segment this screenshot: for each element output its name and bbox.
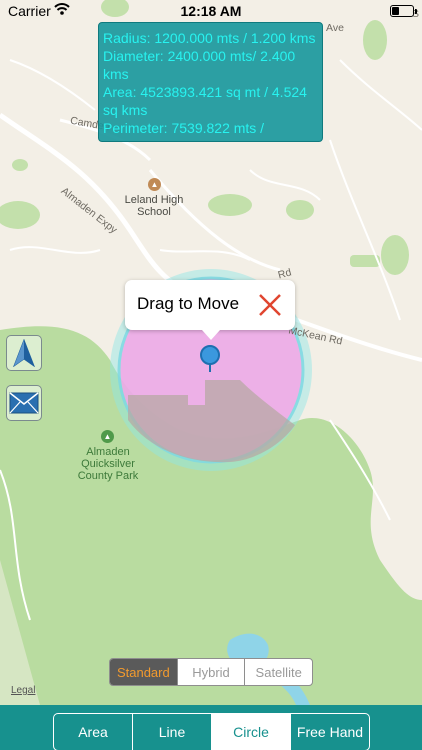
close-icon[interactable] xyxy=(255,290,285,320)
area-text: Area: 4523893.421 sq mt / 4.524 sq kms xyxy=(103,84,307,118)
mode-circle[interactable]: Circle xyxy=(212,714,291,750)
park-icon: ▲ xyxy=(101,430,114,443)
legal-link[interactable]: Legal xyxy=(11,685,35,696)
mail-button[interactable] xyxy=(6,385,42,421)
map-label-ave: Ave xyxy=(326,22,344,34)
map-type-satellite[interactable]: Satellite xyxy=(245,659,312,685)
radius-text: Radius: 1200.000 mts / 1.200 kms xyxy=(103,30,316,46)
bottom-toolbar: Area Line Circle Free Hand xyxy=(0,705,422,750)
navigation-arrow-icon xyxy=(13,339,35,367)
poi-label-park: Almaden Quicksilver County Park xyxy=(77,446,139,482)
mode-area[interactable]: Area xyxy=(54,714,133,750)
battery-icon xyxy=(390,5,417,17)
drag-to-move-label: Drag to Move xyxy=(137,294,240,313)
carrier-label: Carrier xyxy=(8,3,51,19)
mode-line[interactable]: Line xyxy=(133,714,212,750)
drag-callout[interactable]: Drag to Move xyxy=(125,280,295,340)
center-pin xyxy=(200,345,220,365)
status-bar: Carrier 12:18 AM xyxy=(0,0,422,22)
map-type-hybrid[interactable]: Hybrid xyxy=(178,659,246,685)
measure-mode-selector[interactable]: Area Line Circle Free Hand xyxy=(53,713,370,750)
mode-free-hand[interactable]: Free Hand xyxy=(291,714,369,750)
perimeter-text: Perimeter: 7539.822 mts / xyxy=(103,120,265,136)
diameter-text: Diameter: 2400.000 mts/ 2.400 kms xyxy=(103,48,296,82)
map-type-selector[interactable]: Standard Hybrid Satellite xyxy=(109,658,313,686)
mail-icon xyxy=(9,392,39,414)
measurement-info-box: Radius: 1200.000 mts / 1.200 kms Diamete… xyxy=(98,22,323,142)
map-type-standard[interactable]: Standard xyxy=(110,659,178,685)
wifi-icon xyxy=(54,3,70,15)
navigate-button[interactable] xyxy=(6,335,42,371)
school-icon: ▲ xyxy=(148,178,161,191)
poi-label-school: Leland High School xyxy=(124,194,184,218)
